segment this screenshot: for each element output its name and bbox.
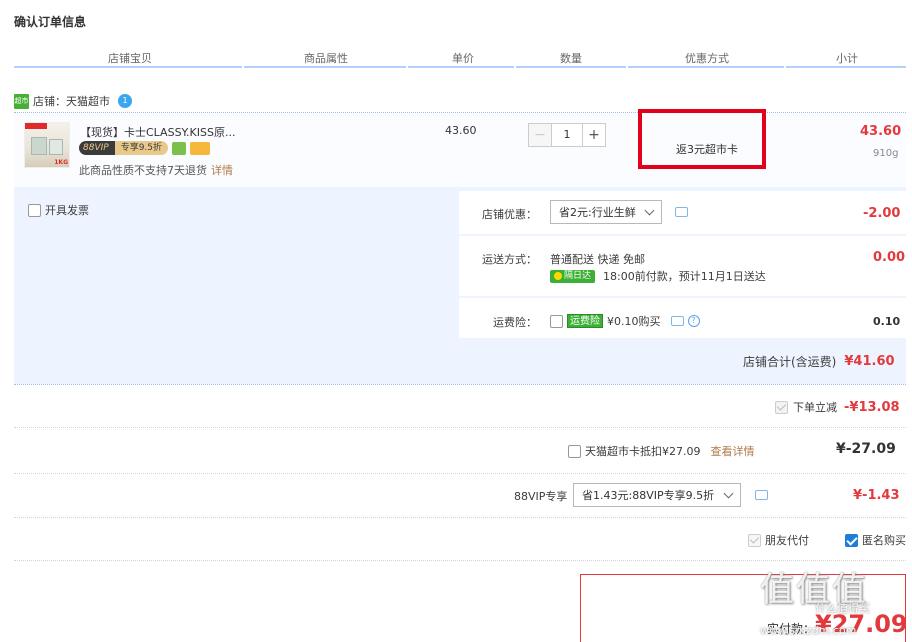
chat-icon[interactable] xyxy=(675,207,688,217)
shipping-amount: 0.00 xyxy=(873,250,906,265)
supermarket-card-label: 天猫超市卡抵扣¥27.09 xyxy=(585,445,701,458)
col-header-shop-items: 店铺宝贝 xyxy=(108,52,152,65)
order-discount-checkbox xyxy=(775,400,788,414)
vip-discount: 专享9.5折 xyxy=(114,141,169,155)
shipping-eta: 隔日达 18:00前付款，预计11月1日送达 xyxy=(550,268,766,284)
insurance-option[interactable]: 运费险 ¥0.10购买 ? xyxy=(550,313,700,329)
shop-discount-value: 省2元:行业生鲜 xyxy=(559,206,636,219)
tmall-supermarket-icon: 超市 xyxy=(14,93,29,109)
chat-icon[interactable] xyxy=(755,490,768,500)
shop-name[interactable]: 店铺：天猫超市 xyxy=(33,93,110,109)
insurance-price: ¥0.10购买 xyxy=(607,315,661,328)
shipping-method: 普通配送 快递 免邮 xyxy=(550,253,645,266)
watermark-url: www.smzdm.com xyxy=(760,624,857,637)
return-policy-text: 此商品性质不支持7天退货 xyxy=(79,164,207,177)
eta-text: 18:00前付款，预计11月1日送达 xyxy=(603,270,766,283)
clock-icon xyxy=(554,272,562,280)
row-divider xyxy=(14,517,906,518)
col-header-quantity: 数量 xyxy=(560,52,582,65)
chevron-down-icon xyxy=(644,205,655,215)
shop-total: 店铺合计(含运费) ¥41.60 xyxy=(743,353,895,370)
panel-bottom-line xyxy=(14,384,906,385)
friend-pay-option[interactable]: 朋友代付 xyxy=(748,532,809,548)
return-policy-note: 此商品性质不支持7天退货 详情 xyxy=(79,162,233,178)
product-thumbnail[interactable]: 1KG xyxy=(24,122,70,168)
anonymous-label: 匿名购买 xyxy=(862,534,906,547)
insurance-checkbox[interactable] xyxy=(550,314,563,328)
supermarket-card-checkbox[interactable] xyxy=(568,444,581,458)
vip-discount-amount: ¥-1.43 xyxy=(853,488,900,503)
page-title: 确认订单信息 xyxy=(14,15,87,29)
help-icon[interactable]: ? xyxy=(687,315,700,327)
friend-pay-label: 朋友代付 xyxy=(765,534,809,547)
unit-price: 43.60 xyxy=(445,124,477,137)
thumb-tag: 1KG xyxy=(54,159,68,166)
friend-pay-checkbox[interactable] xyxy=(748,533,761,547)
highlight-box xyxy=(638,109,766,169)
col-header-attributes: 商品属性 xyxy=(304,52,348,65)
invoice-option[interactable]: 开具发票 xyxy=(28,202,89,218)
vip-discount-value: 省1.43元:88VIP专享9.5折 xyxy=(582,489,715,502)
vip-discount-select[interactable]: 省1.43元:88VIP专享9.5折 xyxy=(573,483,741,507)
supermarket-card-row[interactable]: 天猫超市卡抵扣¥27.09 查看详情 xyxy=(568,443,755,459)
insurance-amount: 0.10 xyxy=(873,315,901,328)
next-day-label: 隔日达 xyxy=(564,270,592,281)
product-title[interactable]: 【现货】卡士CLASSY.KISS原... xyxy=(80,124,235,140)
shipping-label: 运送方式： xyxy=(482,253,537,266)
promo-text: 返3元超市卡 xyxy=(676,143,738,156)
order-discount-label: 下单立减 xyxy=(793,401,837,414)
view-details-link[interactable]: 查看详情 xyxy=(711,443,755,459)
increment-button[interactable]: + xyxy=(582,123,606,147)
row-divider xyxy=(14,427,906,428)
wangwang-chat-icon[interactable]: 1 xyxy=(118,94,132,108)
row-divider xyxy=(14,560,906,561)
shop-total-amount: ¥41.60 xyxy=(844,354,895,369)
card-icon xyxy=(190,141,211,155)
header-divider xyxy=(628,66,784,68)
decrement-button[interactable]: − xyxy=(528,123,552,147)
service-icon xyxy=(172,141,187,155)
item-weight: 910g xyxy=(873,148,899,159)
order-discount-amount: -¥13.08 xyxy=(844,399,900,415)
quantity-input[interactable]: 1 xyxy=(552,123,582,147)
quantity-stepper: − 1 + xyxy=(528,123,606,147)
chat-icon[interactable] xyxy=(670,316,684,326)
invoice-checkbox[interactable] xyxy=(28,203,41,217)
item-subtotal: 43.60 xyxy=(860,124,902,139)
row-divider xyxy=(14,473,906,474)
insurance-tag: 运费险 xyxy=(567,314,603,328)
shop-discount-label: 店铺优惠： xyxy=(482,208,537,221)
shop-row: 超市 店铺：天猫超市 1 xyxy=(14,93,132,109)
vip-label: 88VIP xyxy=(79,141,115,155)
vip-exclusive-label: 88VIP专享 xyxy=(514,490,568,503)
header-divider xyxy=(408,66,514,68)
shop-total-label: 店铺合计(含运费) xyxy=(743,355,837,369)
shop-discount-select[interactable]: 省2元:行业生鲜 xyxy=(550,200,662,224)
anonymous-checkbox[interactable] xyxy=(845,533,858,547)
vip-badge: 88VIP 专享9.5折 xyxy=(79,141,211,155)
anonymous-purchase-option[interactable]: 匿名购买 xyxy=(845,532,906,548)
col-header-discount: 优惠方式 xyxy=(685,52,729,65)
header-divider xyxy=(786,66,906,68)
chevron-down-icon xyxy=(723,488,734,498)
insurance-label: 运费险： xyxy=(493,316,537,329)
invoice-label: 开具发票 xyxy=(45,204,89,217)
details-link[interactable]: 详情 xyxy=(211,164,233,177)
shop-discount-amount: -2.00 xyxy=(863,206,901,221)
col-header-subtotal: 小计 xyxy=(836,52,858,65)
watermark-brand: 什么值得买 xyxy=(815,602,870,615)
col-header-unit-price: 单价 xyxy=(452,52,474,65)
order-discount-row: 下单立减 -¥13.08 xyxy=(775,399,900,415)
supermarket-card-amount: ¥-27.09 xyxy=(836,441,896,457)
header-divider xyxy=(14,66,242,68)
header-divider xyxy=(516,66,626,68)
next-day-badge: 隔日达 xyxy=(550,269,596,283)
header-divider xyxy=(244,66,406,68)
